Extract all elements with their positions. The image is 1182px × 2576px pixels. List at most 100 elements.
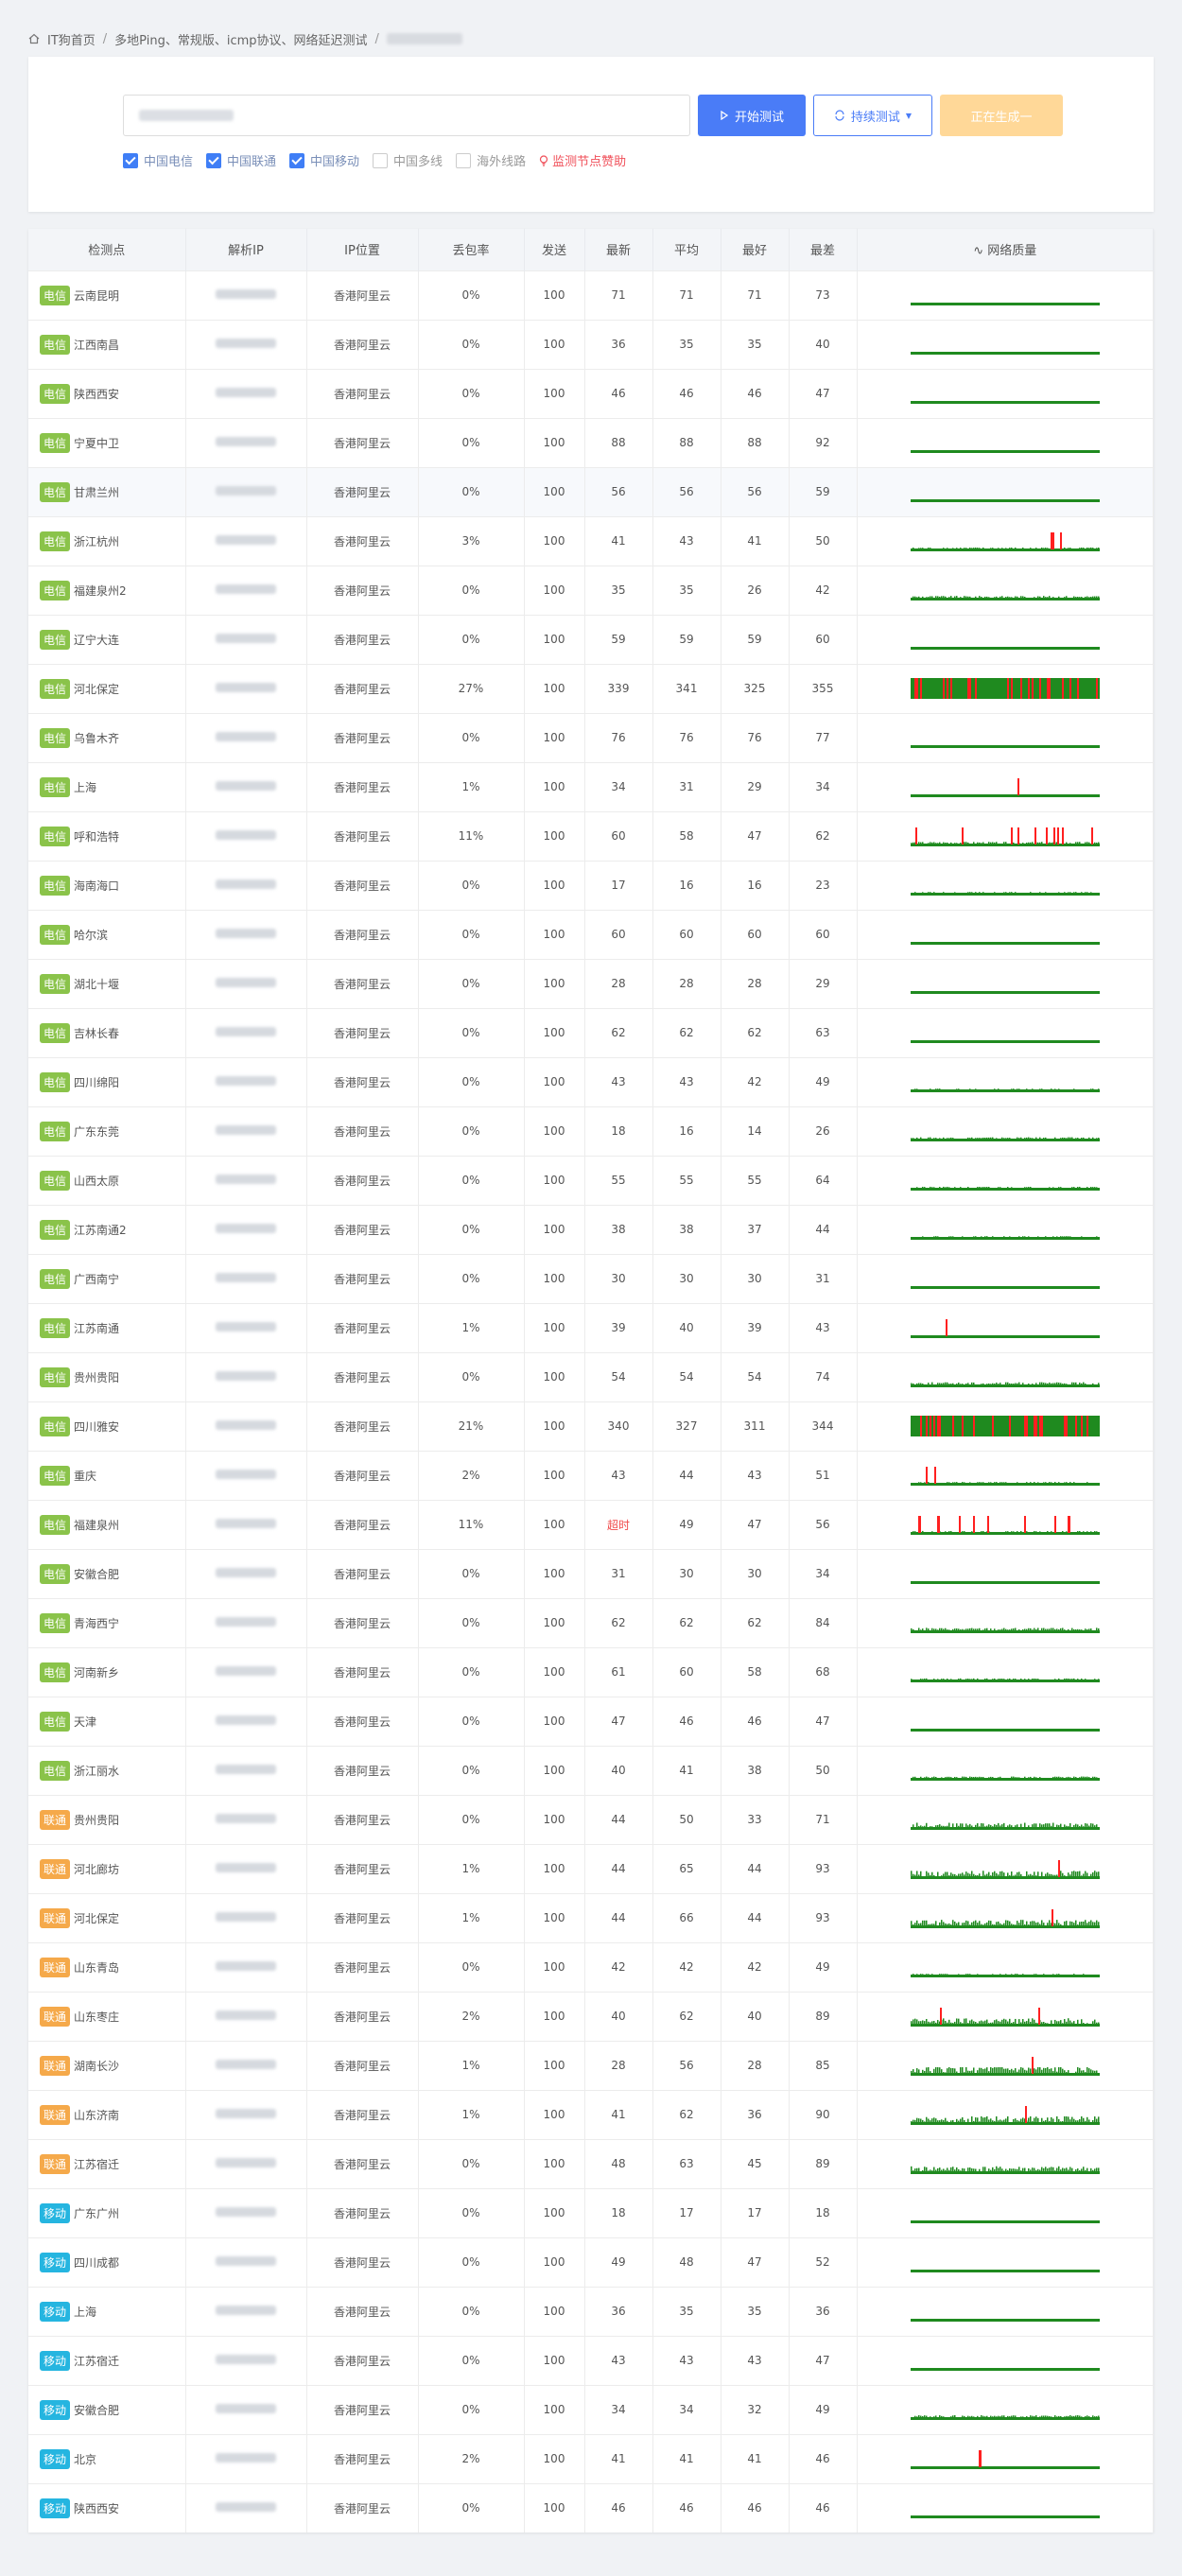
sent-cell: 100: [524, 417, 585, 467]
checkbox-icon[interactable]: [123, 152, 138, 168]
latest-cell: 54: [584, 1351, 653, 1401]
sent-cell: 100: [524, 1991, 585, 2041]
isp-badge: 联通: [40, 1858, 71, 1879]
quality-sparkline: [910, 1678, 1100, 1682]
ip-location-cell: 香港阿里云: [306, 1155, 419, 1205]
sent-cell: 100: [524, 2089, 585, 2139]
table-row: 电信 广东东莞 香港阿里云 0% 100 18 16 14 26: [28, 1105, 1154, 1156]
generate-button[interactable]: 正在生成一: [940, 95, 1063, 136]
loss-spike: [1068, 1516, 1070, 1533]
avg-cell: 16: [652, 860, 721, 910]
resolved-ip-cell: [185, 565, 307, 615]
isp-badge: 电信: [40, 1514, 71, 1535]
isp-badge: 移动: [40, 2448, 71, 2469]
latest-cell: 340: [584, 1401, 653, 1451]
best-cell: 44: [721, 1843, 790, 1893]
filter-checkbox-2[interactable]: 中国移动: [289, 151, 359, 169]
node-name: 甘肃兰州: [74, 485, 120, 499]
resolved-ip-cell: [185, 2335, 307, 2385]
table-row: 电信 呼和浩特 香港阿里云 11% 100 60 58 47 62: [28, 810, 1154, 861]
filter-checkbox-0[interactable]: 中国电信: [123, 151, 193, 169]
loss-rate-cell: 0%: [418, 1941, 525, 1992]
node-name: 宁夏中卫: [74, 436, 120, 450]
loss-spike: [949, 678, 952, 699]
isp-badge: 电信: [40, 1612, 71, 1633]
loss-spike: [914, 827, 917, 844]
resolved-ip-blurred: [216, 2207, 276, 2217]
quality-sparkline: [910, 678, 1100, 699]
node-cell: 电信 呼和浩特: [28, 810, 186, 861]
resolved-ip-blurred: [216, 2453, 276, 2463]
ip-location-cell: 香港阿里云: [306, 270, 419, 320]
continuous-test-button[interactable]: 持续测试 ▼: [813, 95, 932, 136]
node-name: 河北廊坊: [74, 1862, 120, 1876]
loss-spike: [925, 1467, 928, 1484]
filter-checkbox-3[interactable]: 中国多线: [373, 151, 443, 169]
filter-checkbox-4[interactable]: 海外线路: [456, 151, 526, 169]
latest-cell: 71: [584, 270, 653, 320]
checkbox-icon[interactable]: [456, 152, 472, 168]
loss-spike: [1063, 1416, 1066, 1436]
node-cell: 电信 江西南昌: [28, 319, 186, 369]
avg-cell: 42: [652, 1941, 721, 1992]
isp-badge: 联通: [40, 1809, 71, 1830]
chevron-down-icon: ▼: [905, 111, 913, 120]
checkbox-icon[interactable]: [373, 152, 389, 168]
sent-cell: 100: [524, 270, 585, 320]
network-quality-cell: [857, 368, 1154, 418]
latest-cell: 36: [584, 2286, 653, 2336]
loss-spike: [1061, 678, 1064, 699]
loss-spike: [1023, 1416, 1026, 1436]
ip-location-cell: 香港阿里云: [306, 2286, 419, 2336]
latest-cell: 55: [584, 1155, 653, 1205]
breadcrumb-page[interactable]: 多地Ping、常规版、icmp协议、网络延迟测试: [114, 30, 367, 48]
network-quality-cell: [857, 1302, 1154, 1352]
worst-cell: 92: [789, 417, 858, 467]
resolved-ip-blurred: [216, 1027, 276, 1036]
latest-cell: 30: [584, 1253, 653, 1303]
best-cell: 311: [721, 1401, 790, 1451]
latest-cell: 48: [584, 2138, 653, 2188]
sent-cell: 100: [524, 810, 585, 861]
resolved-ip-blurred: [216, 1666, 276, 1676]
ping-results-table: 检测点 解析IP IP位置 丢包率 发送 最新 平均 最好 最差 ∿ 网络质量 电信 云南昆明 香港阿…: [28, 229, 1154, 2532]
network-quality-cell: [857, 761, 1154, 811]
play-icon: [721, 111, 729, 120]
sent-cell: 100: [524, 958, 585, 1008]
sponsor-link[interactable]: 监测节点赞助: [539, 151, 626, 169]
avg-cell: 48: [652, 2237, 721, 2287]
node-name: 云南昆明: [74, 288, 120, 303]
isp-badge: 移动: [40, 2399, 71, 2420]
loss-rate-cell: 1%: [418, 1302, 525, 1352]
node-name: 哈尔滨: [74, 928, 109, 942]
worst-cell: 73: [789, 270, 858, 320]
worst-cell: 46: [789, 2433, 858, 2483]
loss-spike: [933, 1467, 936, 1484]
checkbox-icon[interactable]: [206, 152, 222, 168]
table-header-row: 检测点 解析IP IP位置 丢包率 发送 最新 平均 最好 最差 ∿ 网络质量: [28, 229, 1154, 270]
node-cell: 电信 广西南宁: [28, 1253, 186, 1303]
filter-checkbox-1[interactable]: 中国联通: [206, 151, 276, 169]
best-cell: 43: [721, 1450, 790, 1500]
checkbox-icon[interactable]: [289, 152, 305, 168]
table-row: 移动 陕西西安 香港阿里云 0% 100 46 46 46 46: [28, 2482, 1154, 2532]
node-name: 福建泉州2: [74, 583, 127, 598]
worst-cell: 29: [789, 958, 858, 1008]
worst-cell: 85: [789, 2040, 858, 2090]
ip-location-cell: 香港阿里云: [306, 2384, 419, 2434]
breadcrumb-home[interactable]: IT狗首页: [47, 30, 96, 48]
avg-cell: 46: [652, 2482, 721, 2532]
loss-spike: [1069, 678, 1071, 699]
ip-location-cell: 香港阿里云: [306, 958, 419, 1008]
loss-rate-cell: 0%: [418, 2335, 525, 2385]
loss-rate-cell: 0%: [418, 1696, 525, 1746]
table-row: 电信 湖北十堰 香港阿里云 0% 100 28 28 28 29: [28, 958, 1154, 1008]
target-host-input[interactable]: [123, 95, 690, 136]
resolved-ip-cell: [185, 2433, 307, 2483]
resolved-ip-blurred: [216, 1765, 276, 1774]
avg-cell: 65: [652, 1843, 721, 1893]
start-test-button[interactable]: 开始测试: [698, 95, 806, 136]
resolved-ip-blurred: [216, 1175, 276, 1184]
node-name: 上海: [74, 2305, 97, 2319]
node-cell: 联通 贵州贵阳: [28, 1794, 186, 1844]
